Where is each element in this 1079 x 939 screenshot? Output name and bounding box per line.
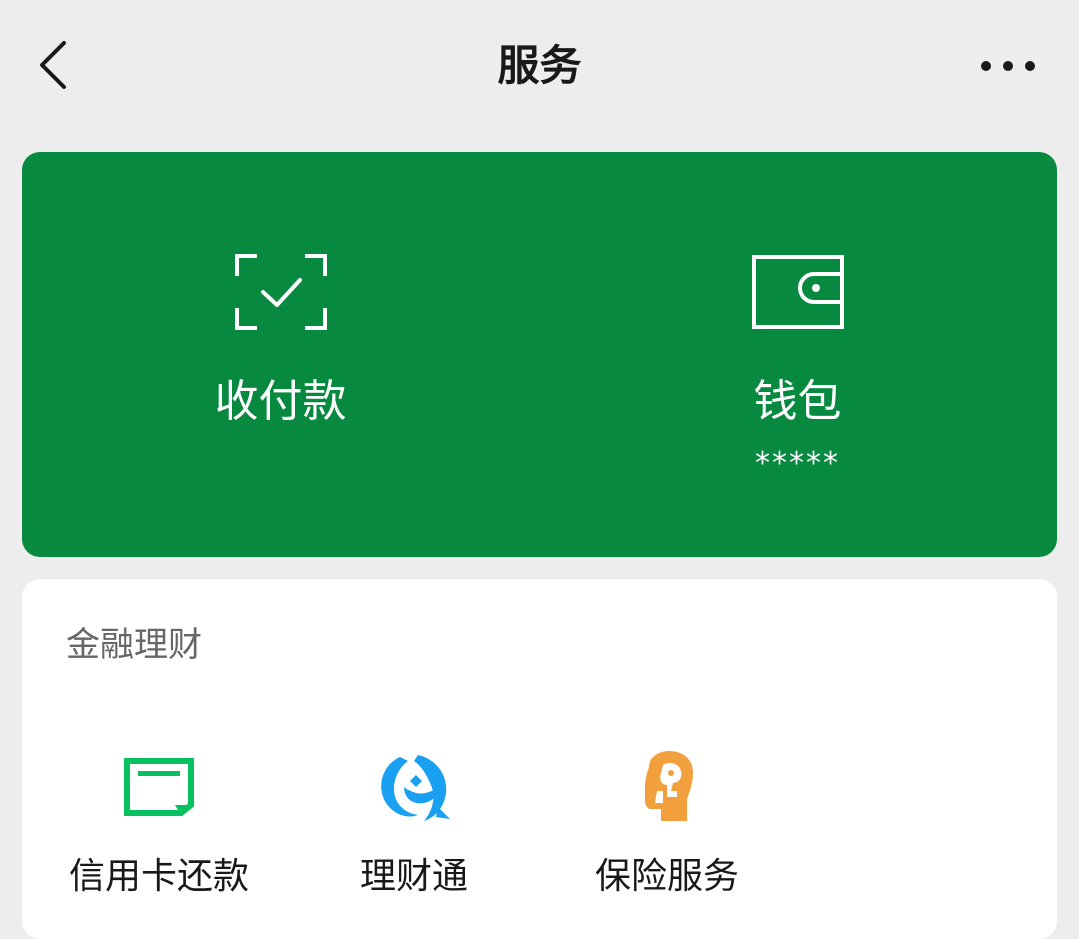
section-title: 金融理财 [66,625,202,665]
credit-card-repay-button[interactable]: 信用卡还款 [39,747,279,907]
more-button[interactable] [973,38,1043,94]
licaitong-button[interactable]: 理财通 [294,747,534,907]
top-nav-bar: 服务 [0,0,1079,132]
licaitong-icon [381,755,450,821]
scan-check-icon [234,254,327,330]
credit-card-icon [124,758,194,816]
insurance-service-button[interactable]: 保险服务 [547,747,787,907]
pay-receive-button[interactable]: 收付款 [22,152,539,557]
licaitong-label: 理财通 [359,856,468,897]
wallet-icon [751,255,844,329]
wallet-balance-masked: ***** [755,446,840,481]
more-dots-icon [981,61,1035,71]
pay-receive-label: 收付款 [214,376,347,427]
insurance-service-label: 保险服务 [594,856,739,897]
insurance-icon [645,751,693,821]
wallet-button[interactable]: 钱包 ***** [539,152,1056,557]
wallet-label: 钱包 [753,376,842,427]
credit-card-repay-label: 信用卡还款 [68,856,249,897]
page-title: 服务 [497,41,582,90]
wallet-card: 收付款 钱包 ***** [22,152,1057,557]
finance-section: 金融理财 信用卡还款 理财通 保险服务 [22,579,1057,939]
